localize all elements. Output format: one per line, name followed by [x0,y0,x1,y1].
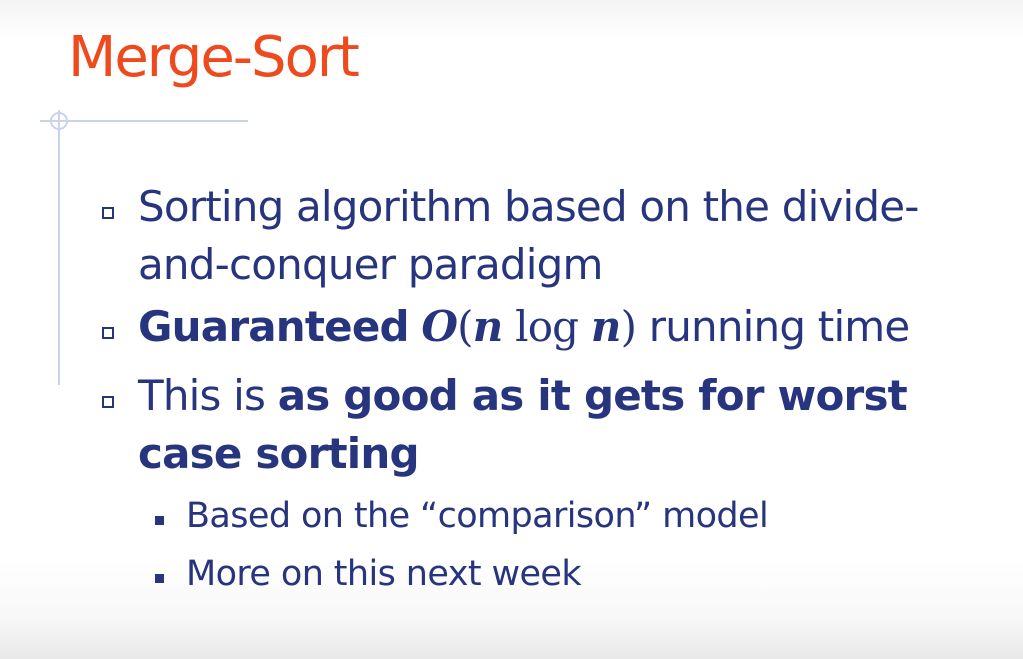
subbullet-item-2: More on this next week [155,550,582,598]
subbullet-1-text: Based on the “comparison” model [186,496,769,536]
bullet-item-2: Guaranteed O(n log n) running time [102,298,911,356]
bullet-1-line-2: and-conquer paradigm [138,240,603,289]
hollow-square-bullet-icon [102,207,114,219]
bullet-list: Sorting algorithm based on the divide- a… [0,0,1023,659]
bullet-2-rest: running time [648,302,911,351]
bullet-3-bold-line-1: as good as it gets for worst [277,371,908,420]
filled-square-bullet-icon [155,516,164,525]
slide: Merge-Sort Sorting algorithm based on th… [0,0,1023,659]
subbullet-2-text: More on this next week [186,554,582,594]
bullet-3-lead: This is [138,371,266,420]
bullet-item-1: Sorting algorithm based on the divide- a… [102,178,919,294]
math-open-paren: ( [457,302,473,351]
hollow-square-bullet-icon [102,327,114,339]
bullet-2-bold-lead: Guaranteed [138,302,410,351]
hollow-square-bullet-icon [102,396,114,408]
math-variable-n: n [590,302,622,351]
bullet-3-bold-line-2: case sorting [138,429,420,478]
big-o-symbol: O [421,302,458,351]
math-log: log [515,302,579,351]
math-close-paren: ) [620,302,637,351]
bullet-1-line-1: Sorting algorithm based on the divide- [138,182,919,231]
subbullet-item-1: Based on the “comparison” model [155,492,769,540]
bullet-item-3: This is as good as it gets for worst cas… [102,367,908,483]
math-variable-n: n [472,302,504,351]
filled-square-bullet-icon [155,574,164,583]
